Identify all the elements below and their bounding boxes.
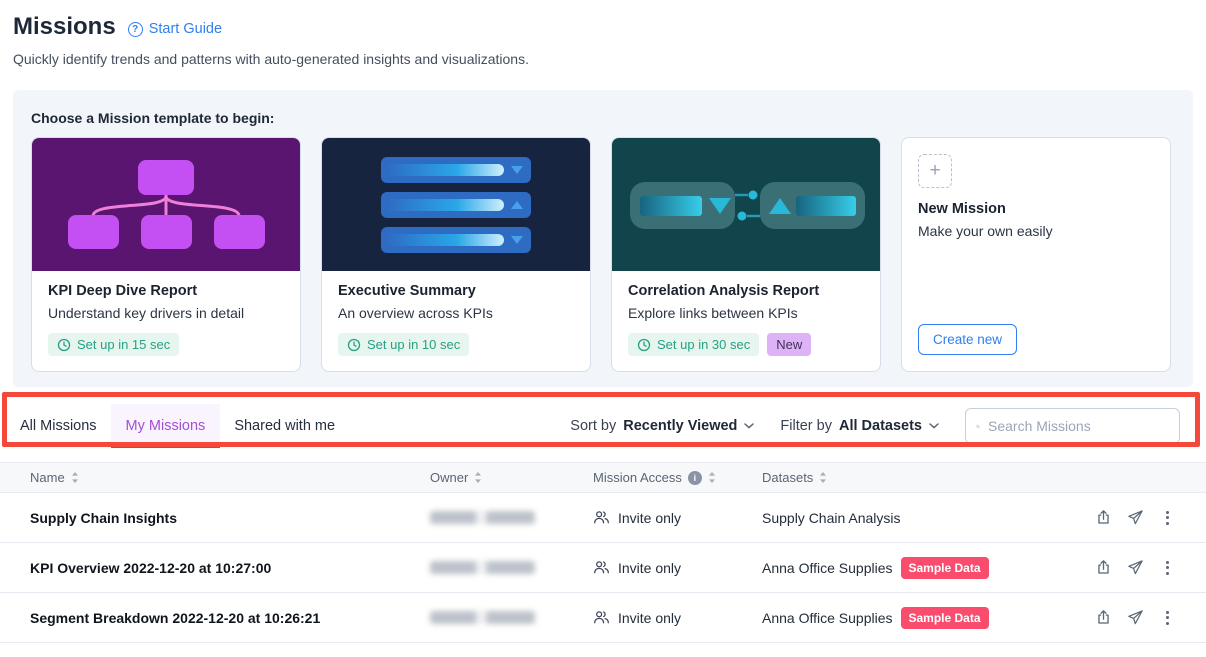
table-row[interactable]: Supply Chain Insights Invite only Supply… [0,493,1206,543]
share-button[interactable] [1090,505,1116,531]
mission-access: Invite only [593,509,762,526]
people-icon [593,609,610,626]
page-header: Missions ? Start Guide Quickly identify … [0,0,1206,68]
share-icon [1095,509,1112,526]
filter-dropdown[interactable]: Filter by All Datasets [780,418,939,434]
new-badge: New [767,333,811,356]
row-menu-button[interactable] [1154,605,1180,631]
kebab-icon [1166,561,1169,575]
mission-datasets: Supply Chain Analysis [762,510,1070,526]
mission-access: Invite only [593,609,762,626]
sort-label: Sort by [570,418,616,434]
share-button[interactable] [1090,555,1116,581]
sort-value: Recently Viewed [623,418,737,434]
table-header: Name Owner Mission Access i Datasets [0,462,1206,493]
tab-my-missions[interactable]: My Missions [111,404,221,448]
template-heading: Choose a Mission template to begin: [31,110,1175,126]
share-icon [1095,559,1112,576]
clock-icon [637,338,651,352]
card-subtitle: Explore links between KPIs [628,305,864,321]
owner-redacted [430,561,535,574]
owner-redacted [430,611,535,624]
column-header-mission-access[interactable]: Mission Access i [593,470,762,485]
chevron-down-icon [929,423,939,429]
mission-name[interactable]: KPI Overview 2022-12-20 at 10:27:00 [30,560,430,576]
send-icon [1127,609,1144,626]
setup-time-badge: Set up in 10 sec [338,333,469,356]
sort-dropdown[interactable]: Sort by Recently Viewed [570,418,754,434]
kebab-icon [1166,611,1169,625]
card-subtitle: An overview across KPIs [338,305,574,321]
missions-tabs: All Missions My Missions Shared with me [20,404,349,448]
card-title: KPI Deep Dive Report [48,283,284,299]
search-box[interactable] [965,408,1180,444]
row-menu-button[interactable] [1154,555,1180,581]
table-row[interactable]: Segment Breakdown 2022-12-20 at 10:26:21… [0,593,1206,643]
mission-datasets: Anna Office Supplies Sample Data [762,607,1070,629]
template-panel: Choose a Mission template to begin: KPI … [13,90,1193,387]
setup-time-badge: Set up in 15 sec [48,333,179,356]
card-title: Executive Summary [338,283,574,299]
chevron-down-icon [744,423,754,429]
page-subtitle: Quickly identify trends and patterns wit… [13,50,1193,68]
executive-summary-illustration [322,138,590,271]
send-button[interactable] [1122,505,1148,531]
sort-icon [819,472,827,483]
new-mission-card: + New Mission Make your own easily Creat… [901,137,1171,372]
search-icon [976,419,980,434]
column-header-name[interactable]: Name [30,470,430,485]
send-button[interactable] [1122,605,1148,631]
table-row[interactable]: KPI Overview 2022-12-20 at 10:27:00 Invi… [0,543,1206,593]
row-menu-button[interactable] [1154,505,1180,531]
tab-all-missions[interactable]: All Missions [20,404,111,448]
info-icon[interactable]: i [688,471,702,485]
help-icon: ? [128,22,143,37]
kpi-deep-dive-illustration [32,138,300,271]
share-icon [1095,609,1112,626]
missions-table: Name Owner Mission Access i Datasets Sup… [0,462,1206,643]
sort-icon [71,472,79,483]
send-button[interactable] [1122,555,1148,581]
new-mission-subtitle: Make your own easily [918,223,1154,239]
mission-name[interactable]: Supply Chain Insights [30,510,430,526]
plus-icon: + [918,154,952,188]
column-header-datasets[interactable]: Datasets [762,470,1070,485]
template-card-kpi-deep-dive[interactable]: KPI Deep Dive Report Understand key driv… [31,137,301,372]
send-icon [1127,509,1144,526]
sort-icon [474,472,482,483]
people-icon [593,559,610,576]
clock-icon [57,338,71,352]
owner-redacted [430,511,535,524]
template-card-correlation-analysis[interactable]: Correlation Analysis Report Explore link… [611,137,881,372]
card-title: Correlation Analysis Report [628,283,864,299]
create-new-button[interactable]: Create new [918,324,1017,355]
start-guide-label: Start Guide [149,21,222,37]
page-title: Missions [13,12,116,42]
share-button[interactable] [1090,605,1116,631]
clock-icon [347,338,361,352]
new-mission-title: New Mission [918,201,1154,217]
send-icon [1127,559,1144,576]
column-header-owner[interactable]: Owner [430,470,593,485]
start-guide-link[interactable]: ? Start Guide [128,21,222,37]
filter-label: Filter by [780,418,832,434]
setup-time-badge: Set up in 30 sec [628,333,759,356]
mission-datasets: Anna Office Supplies Sample Data [762,557,1070,579]
search-missions-input[interactable] [988,418,1169,434]
sample-data-badge: Sample Data [901,607,989,629]
people-icon [593,509,610,526]
missions-list-controls: All Missions My Missions Shared with me … [20,404,1180,448]
kebab-icon [1166,511,1169,525]
correlation-analysis-illustration [612,138,880,271]
sort-icon [708,472,716,483]
tab-shared-with-me[interactable]: Shared with me [220,404,349,448]
mission-access: Invite only [593,559,762,576]
card-subtitle: Understand key drivers in detail [48,305,284,321]
filter-value: All Datasets [839,418,922,434]
mission-name[interactable]: Segment Breakdown 2022-12-20 at 10:26:21 [30,610,430,626]
template-card-executive-summary[interactable]: Executive Summary An overview across KPI… [321,137,591,372]
sample-data-badge: Sample Data [901,557,989,579]
